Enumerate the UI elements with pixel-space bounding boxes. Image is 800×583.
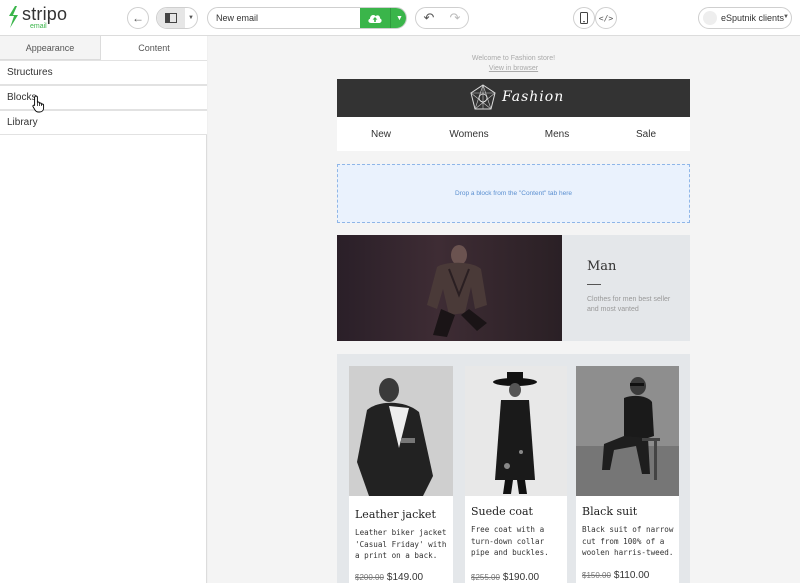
arrow-left-icon: ← bbox=[132, 11, 144, 25]
layout-toggle[interactable]: ▼ bbox=[156, 7, 198, 29]
top-toolbar: stripo email ← ▼ ▼ ↶ ↷ </> eSputnik bbox=[0, 0, 800, 36]
product-name: Black suit bbox=[582, 505, 638, 518]
mobile-icon bbox=[580, 12, 588, 24]
drop-zone[interactable]: Drop a block from the "Content" tab here bbox=[337, 164, 690, 223]
logo-word: stripo bbox=[22, 4, 68, 24]
tab-appearance[interactable]: Appearance bbox=[0, 36, 101, 60]
hero-divider bbox=[587, 284, 601, 285]
products-block[interactable]: Leather jacket Leather biker jacket 'Cas… bbox=[337, 354, 690, 583]
mobile-preview-button[interactable] bbox=[573, 7, 595, 29]
hero-block[interactable]: Man Clothes for men best seller and most… bbox=[337, 235, 690, 341]
save-button[interactable] bbox=[360, 8, 390, 28]
menu-item-new[interactable]: New bbox=[337, 129, 425, 140]
hero-description: Clothes for men best seller and most van… bbox=[587, 296, 671, 313]
product-description: Black suit of narrow cut from 100% of a … bbox=[582, 525, 674, 557]
email-name-input[interactable] bbox=[208, 8, 360, 28]
preheader: Welcome to Fashion store! View in browse… bbox=[337, 54, 690, 74]
product-card[interactable]: Black suit Black suit of narrow cut from… bbox=[576, 366, 679, 583]
stripo-logo-icon bbox=[9, 6, 18, 28]
product-image bbox=[349, 366, 453, 496]
product-old-price: $255.00 bbox=[471, 573, 500, 582]
product-old-price: $200.00 bbox=[355, 573, 384, 582]
view-in-browser-link[interactable]: View in browser bbox=[337, 64, 690, 74]
product-description: Leather biker jacket 'Casual Friday' wit… bbox=[355, 528, 447, 560]
menu-item-mens[interactable]: Mens bbox=[513, 129, 601, 140]
account-selector[interactable]: eSputnik clients ▼ bbox=[698, 7, 792, 29]
code-icon: </> bbox=[598, 13, 614, 23]
product-image bbox=[465, 366, 567, 496]
product-old-price: $150.00 bbox=[582, 571, 611, 580]
product-card[interactable]: Leather jacket Leather biker jacket 'Cas… bbox=[349, 366, 453, 583]
left-panel: Appearance Content Structures Blocks Lib… bbox=[0, 36, 207, 583]
email-name-field[interactable]: ▼ bbox=[207, 7, 407, 29]
chevron-down-icon: ▼ bbox=[783, 14, 789, 20]
menu-item-womens[interactable]: Womens bbox=[425, 129, 513, 140]
cloud-upload-icon bbox=[368, 15, 382, 23]
stripo-logo[interactable]: stripo email bbox=[6, 3, 76, 33]
panel-item-label: Library bbox=[7, 117, 38, 128]
product-price: $150.00 $110.00 bbox=[582, 570, 649, 581]
brand-name: Fashion bbox=[502, 89, 565, 105]
redo-button[interactable]: ↷ bbox=[442, 8, 468, 28]
product-description: Free coat with a turn-down collar pipe a… bbox=[471, 525, 549, 557]
hand-cursor-icon bbox=[32, 95, 45, 113]
product-image bbox=[576, 366, 679, 496]
redo-icon: ↷ bbox=[449, 10, 461, 25]
history-controls: ↶ ↷ bbox=[415, 7, 469, 29]
product-price: $200.00 $149.00 bbox=[355, 572, 423, 583]
undo-button[interactable]: ↶ bbox=[416, 8, 442, 28]
panel-tabs: Appearance Content bbox=[0, 36, 207, 60]
menu-item-sale[interactable]: Sale bbox=[602, 129, 690, 140]
chevron-down-icon[interactable]: ▼ bbox=[185, 8, 197, 28]
undo-icon: ↶ bbox=[423, 10, 435, 25]
hero-image bbox=[337, 235, 562, 341]
panel-item-library[interactable]: Library bbox=[0, 110, 207, 135]
code-editor-button[interactable]: </> bbox=[595, 7, 617, 29]
panel-item-structures[interactable]: Structures bbox=[0, 60, 207, 85]
product-new-price: $110.00 bbox=[613, 570, 650, 581]
layout-panel-icon[interactable] bbox=[157, 8, 185, 28]
avatar bbox=[703, 11, 717, 25]
product-card[interactable]: Suede coat Free coat with a turn-down co… bbox=[465, 366, 567, 583]
product-new-price: $190.00 bbox=[502, 572, 540, 583]
email-menu: New Womens Mens Sale bbox=[337, 117, 690, 151]
fashion-emblem-icon bbox=[470, 84, 496, 110]
chevron-down-icon: ▼ bbox=[396, 14, 403, 22]
product-name: Leather jacket bbox=[355, 508, 436, 521]
save-options-dropdown[interactable]: ▼ bbox=[390, 8, 406, 28]
logo-sub: email bbox=[30, 23, 47, 30]
preheader-text: Welcome to Fashion store! bbox=[471, 55, 556, 62]
tab-content[interactable]: Content bbox=[101, 36, 207, 60]
email-canvas: Welcome to Fashion store! View in browse… bbox=[208, 36, 800, 583]
product-price: $255.00 $190.00 bbox=[471, 572, 539, 583]
product-new-price: $149.00 bbox=[386, 572, 424, 583]
product-name: Suede coat bbox=[471, 505, 533, 518]
back-button[interactable]: ← bbox=[127, 7, 149, 29]
header-banner[interactable]: Fashion bbox=[337, 79, 690, 117]
panel-item-label: Structures bbox=[7, 67, 53, 78]
hero-title: Man bbox=[587, 259, 617, 274]
account-name: eSputnik clients bbox=[721, 13, 785, 23]
